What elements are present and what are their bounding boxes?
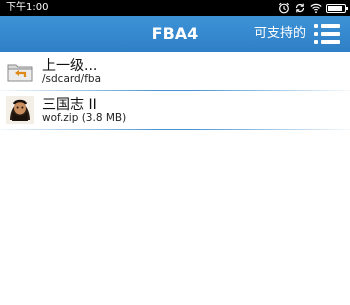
status-time: 下午1:00: [6, 2, 49, 13]
wifi-icon: [310, 3, 322, 14]
file-info: wof.zip (3.8 MB): [42, 112, 127, 124]
game-title: 三国志 II: [42, 97, 97, 113]
file-list: 上一级... /sdcard/fba 三国志 II wof.zip (3.8 M…: [0, 52, 350, 130]
divider: [0, 129, 350, 130]
list-item-parent-folder[interactable]: 上一级... /sdcard/fba: [0, 52, 350, 90]
status-icons: [278, 2, 348, 14]
file-path: /sdcard/fba: [42, 73, 102, 85]
file-name: 上一级...: [42, 58, 98, 74]
menu-icon[interactable]: [314, 24, 340, 44]
supported-games-button[interactable]: 可支持的: [254, 16, 306, 52]
game-thumbnail-icon: [6, 96, 34, 124]
status-bar: 下午1:00: [0, 0, 350, 16]
sync-icon: [295, 3, 305, 13]
battery-icon: [326, 3, 348, 13]
list-item-game[interactable]: 三国志 II wof.zip (3.8 MB): [0, 91, 350, 129]
title-bar: FBA4 可支持的: [0, 16, 350, 52]
alarm-icon: [278, 2, 290, 14]
folder-up-icon: [7, 64, 33, 82]
